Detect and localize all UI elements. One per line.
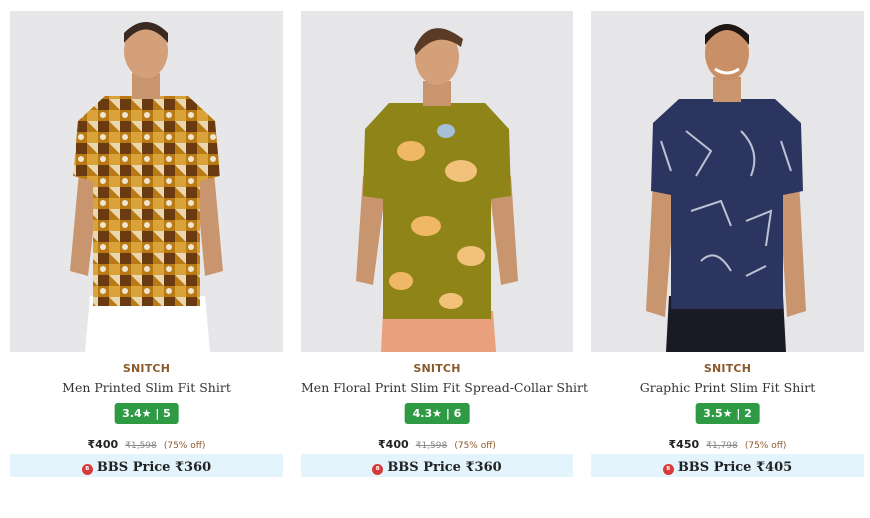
bbs-badge-icon: B	[662, 464, 674, 475]
product-title[interactable]: Men Printed Slim Fit Shirt	[10, 380, 283, 395]
bbs-badge-icon: B	[372, 464, 384, 475]
price-row: ₹450 ₹1,798 (75% off)	[591, 433, 864, 452]
bbs-badge-icon: B	[81, 464, 93, 475]
original-price: ₹1,598	[125, 441, 157, 451]
sale-price: ₹400	[378, 438, 409, 451]
product-image[interactable]	[301, 11, 573, 352]
brand-name: SNITCH	[413, 362, 461, 375]
product-card[interactable]: SNITCH Graphic Print Slim Fit Shirt 3.5★…	[591, 11, 864, 477]
discount-label: (75% off)	[454, 441, 496, 451]
product-image[interactable]	[591, 11, 864, 352]
rating-badge: 3.4★ | 5	[114, 403, 179, 424]
bbs-price-banner: B BBS Price ₹360	[301, 454, 573, 477]
product-card[interactable]: SNITCH Men Floral Print Slim Fit Spread-…	[301, 11, 588, 477]
rating-badge: 4.3★ | 6	[404, 403, 470, 424]
discount-label: (75% off)	[163, 441, 206, 451]
bbs-price-text: BBS Price ₹360	[387, 460, 502, 475]
brand-name: SNITCH	[703, 362, 752, 375]
brand-name: SNITCH	[122, 362, 171, 375]
bbs-price-banner: B BBS Price ₹405	[591, 454, 864, 477]
product-card[interactable]: SNITCH Men Printed Slim Fit Shirt 3.4★ |…	[10, 11, 283, 477]
rating-badge: 3.5★ | 2	[695, 403, 760, 424]
bbs-price-text: BBS Price ₹405	[677, 460, 793, 475]
product-title[interactable]: Men Floral Print Slim Fit Spread-Collar …	[301, 380, 588, 395]
product-image[interactable]	[10, 11, 283, 352]
product-title[interactable]: Graphic Print Slim Fit Shirt	[591, 380, 864, 395]
sale-price: ₹450	[668, 438, 700, 451]
bbs-price-banner: B BBS Price ₹360	[10, 454, 283, 477]
price-row: ₹400 ₹1,598 (75% off)	[301, 433, 573, 452]
original-price: ₹1,798	[706, 441, 738, 451]
price-row: ₹400 ₹1,598 (75% off)	[10, 433, 283, 452]
original-price: ₹1,598	[415, 441, 448, 451]
bbs-price-text: BBS Price ₹360	[96, 460, 212, 475]
product-grid: SNITCH Men Printed Slim Fit Shirt 3.4★ |…	[0, 0, 870, 518]
sale-price: ₹400	[87, 438, 119, 451]
discount-label: (75% off)	[744, 441, 787, 451]
